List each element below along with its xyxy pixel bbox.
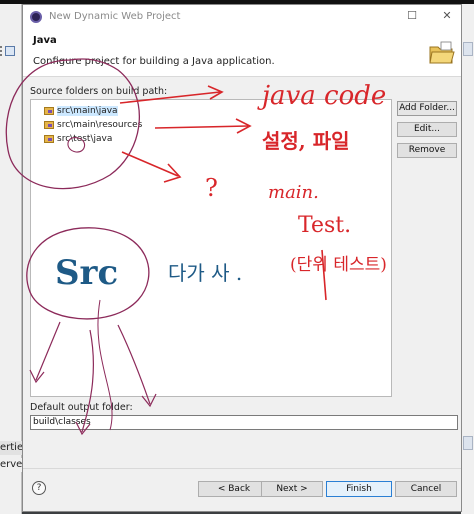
tree-item-src-main-java[interactable]: src\main\java bbox=[44, 105, 118, 117]
tree-item-label: src\main\java bbox=[57, 106, 118, 116]
footer-divider bbox=[23, 468, 461, 469]
background-tab-servers[interactable]: erver bbox=[0, 458, 26, 472]
workbench-view-icon[interactable] bbox=[5, 46, 15, 56]
tree-item-src-main-resources[interactable]: src\main\resources bbox=[44, 119, 142, 131]
remove-button[interactable]: Remove bbox=[397, 143, 457, 158]
finish-button[interactable]: Finish bbox=[326, 481, 392, 497]
default-output-folder-label: Default output folder: bbox=[30, 402, 133, 413]
window-title: New Dynamic Web Project bbox=[49, 11, 181, 22]
page-description: Configure project for building a Java ap… bbox=[33, 56, 275, 67]
next-button[interactable]: Next > bbox=[261, 481, 323, 497]
help-icon[interactable]: ? bbox=[32, 481, 46, 495]
default-output-folder-input[interactable]: build\classes bbox=[30, 415, 458, 430]
background-workbench-left: erties erver bbox=[0, 4, 28, 514]
add-folder-button[interactable]: Add Folder... bbox=[397, 101, 457, 116]
new-dynamic-web-project-dialog: New Dynamic Web Project ☐ ✕ Java Configu… bbox=[22, 4, 462, 512]
background-tab-properties[interactable]: erties bbox=[0, 441, 28, 455]
folder-icon bbox=[429, 41, 455, 64]
page-title: Java bbox=[33, 35, 57, 46]
close-button[interactable]: ✕ bbox=[439, 9, 455, 22]
background-view-tab[interactable] bbox=[463, 42, 473, 56]
package-folder-icon bbox=[44, 135, 54, 143]
wizard-header: Java Configure project for building a Ja… bbox=[23, 29, 461, 77]
package-folder-icon bbox=[44, 121, 54, 129]
back-button[interactable]: < Back bbox=[198, 481, 270, 497]
tree-item-label: src\test\java bbox=[57, 134, 113, 144]
background-view-tab[interactable] bbox=[463, 436, 473, 450]
toolbar-handle-icon bbox=[0, 46, 4, 56]
eclipse-icon bbox=[30, 11, 42, 23]
maximize-button[interactable]: ☐ bbox=[404, 9, 420, 22]
tree-item-src-test-java[interactable]: src\test\java bbox=[44, 133, 112, 145]
cancel-button[interactable]: Cancel bbox=[395, 481, 457, 497]
background-workbench-right bbox=[461, 4, 474, 514]
source-folders-label: Source folders on build path: bbox=[30, 86, 168, 97]
package-folder-icon bbox=[44, 107, 54, 115]
edit-button[interactable]: Edit... bbox=[397, 122, 457, 137]
tree-item-label: src\main\resources bbox=[57, 120, 143, 130]
title-bar: New Dynamic Web Project ☐ ✕ bbox=[23, 5, 461, 29]
source-folders-tree[interactable]: src\main\java src\main\resources src\tes… bbox=[30, 99, 392, 397]
